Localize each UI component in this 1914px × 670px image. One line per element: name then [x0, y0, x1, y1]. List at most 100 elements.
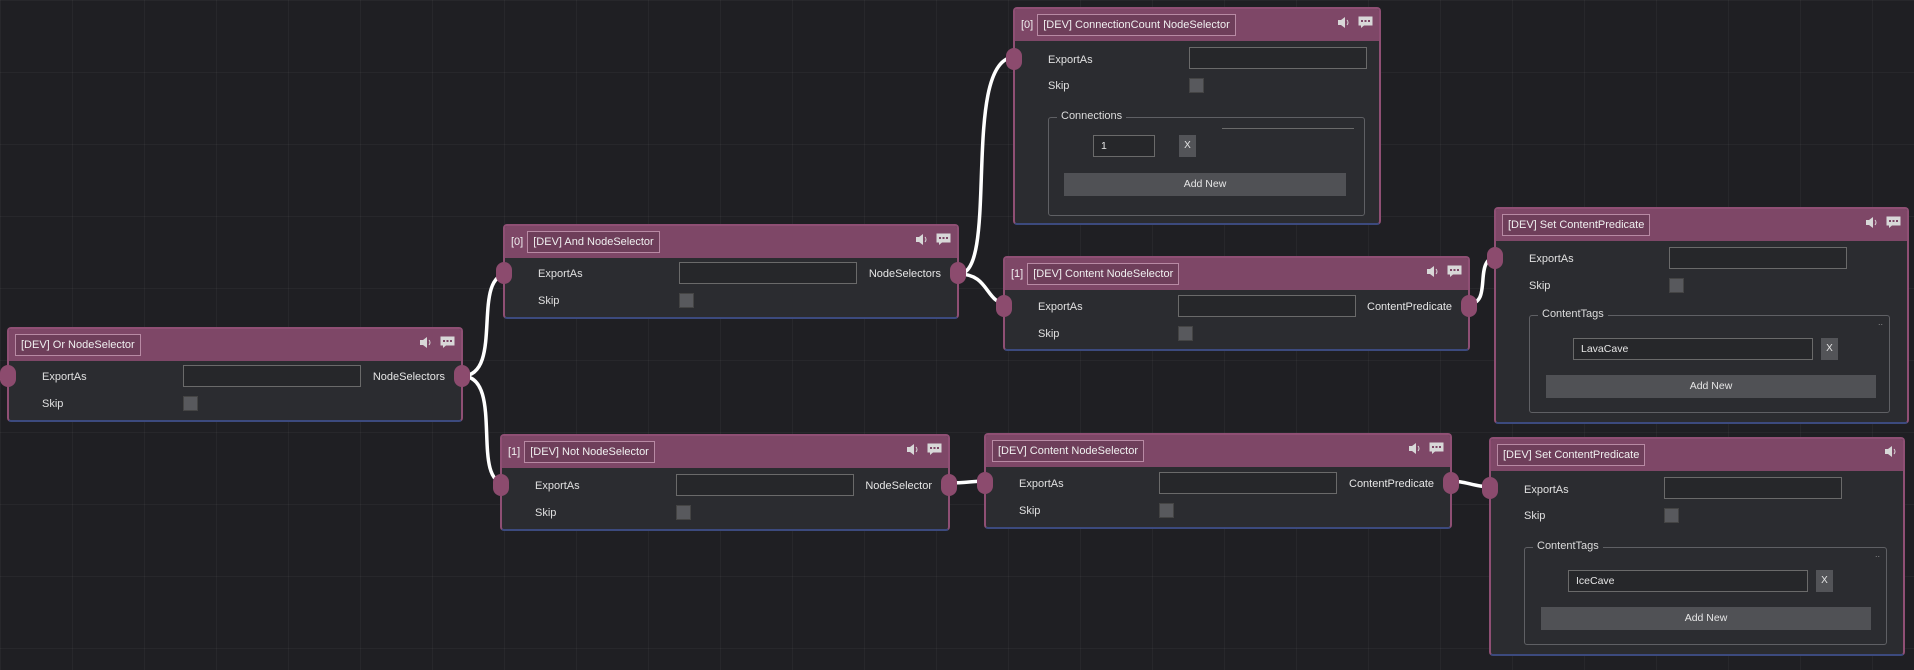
node-title-box: [DEV] Or NodeSelector	[15, 334, 141, 356]
comment-icon[interactable]	[1447, 265, 1462, 277]
export-as-input[interactable]	[1189, 47, 1367, 69]
node-header[interactable]: [DEV] Set ContentPredicate	[1491, 439, 1903, 471]
comment-icon[interactable]	[1358, 16, 1373, 28]
node-title-box: [DEV] Set ContentPredicate	[1502, 214, 1651, 236]
speaker-icon[interactable]	[1408, 442, 1421, 454]
skip-label: Skip	[535, 507, 557, 519]
and-nodeselector-node[interactable]: [0] [DEV] And NodeSelector ExportAs Skip …	[496, 224, 966, 319]
export-as-label: ExportAs	[1038, 301, 1083, 313]
export-as-input[interactable]	[676, 474, 854, 496]
comment-icon[interactable]	[936, 233, 951, 245]
speaker-icon[interactable]	[1426, 265, 1439, 277]
input-port[interactable]	[1487, 247, 1503, 269]
node-title-box: [DEV] Not NodeSelector	[524, 441, 655, 463]
input-port[interactable]	[1006, 48, 1022, 70]
not-nodeselector-node[interactable]: [1] [DEV] Not NodeSelector ExportAs Skip …	[493, 434, 957, 531]
node-header[interactable]: [0] [DEV] And NodeSelector	[505, 226, 957, 258]
export-as-input[interactable]	[1178, 295, 1356, 317]
node-header[interactable]: [DEV] Set ContentPredicate	[1496, 209, 1907, 241]
add-new-button[interactable]: Add New	[1541, 607, 1871, 630]
speaker-icon[interactable]	[419, 336, 432, 348]
group-dots: ..	[1874, 549, 1880, 559]
output-port-label: ContentPredicate	[1349, 478, 1434, 490]
export-as-input[interactable]	[1664, 477, 1842, 499]
content-nodeselector-node-bottom[interactable]: [DEV] Content NodeSelector ExportAs Skip…	[977, 433, 1459, 529]
skip-checkbox[interactable]	[1159, 503, 1174, 518]
node-title-text: [DEV] Or NodeSelector	[21, 339, 135, 351]
skip-checkbox[interactable]	[1189, 78, 1204, 93]
group-dots: ..	[1877, 317, 1883, 327]
header-icons	[419, 336, 455, 348]
remove-tag-button[interactable]: X	[1816, 570, 1833, 592]
input-port[interactable]	[0, 365, 16, 387]
input-port[interactable]	[493, 474, 509, 496]
node-header[interactable]: [1] [DEV] Content NodeSelector	[1005, 258, 1468, 290]
node-title: [DEV] Set ContentPredicate	[1502, 214, 1651, 236]
wire-or-to-not	[460, 374, 507, 485]
remove-tag-button[interactable]: X	[1821, 338, 1838, 360]
content-tag-input[interactable]: IceCave	[1568, 570, 1808, 592]
connections-item-input[interactable]: 1	[1093, 135, 1155, 157]
comment-icon[interactable]	[927, 443, 942, 455]
input-port[interactable]	[996, 295, 1012, 317]
skip-checkbox[interactable]	[676, 505, 691, 520]
comment-icon[interactable]	[1886, 216, 1901, 228]
add-new-button[interactable]: Add New	[1064, 173, 1346, 196]
skip-label: Skip	[1529, 280, 1551, 292]
header-icons	[1426, 265, 1462, 277]
set-contentpredicate-node-top[interactable]: [DEV] Set ContentPredicate ExportAs Skip…	[1487, 207, 1909, 424]
output-port[interactable]	[1461, 295, 1477, 317]
comment-icon[interactable]	[440, 336, 455, 348]
node-header[interactable]: [1] [DEV] Not NodeSelector	[502, 436, 948, 468]
skip-checkbox[interactable]	[1669, 278, 1684, 293]
content-tag-input[interactable]: LavaCave	[1573, 338, 1813, 360]
export-as-input[interactable]	[1159, 472, 1337, 494]
node-header[interactable]: [DEV] Or NodeSelector	[9, 329, 461, 361]
input-port[interactable]	[496, 262, 512, 284]
input-port[interactable]	[1482, 477, 1498, 499]
skip-label: Skip	[1038, 328, 1060, 340]
node-header[interactable]: [DEV] Content NodeSelector	[986, 435, 1450, 467]
node-title: [DEV] Set ContentPredicate	[1497, 444, 1646, 466]
set-contentpredicate-node-bottom[interactable]: [DEV] Set ContentPredicate ExportAs Skip…	[1482, 437, 1905, 656]
output-port[interactable]	[454, 365, 470, 387]
group-label: ContentTags	[1538, 308, 1608, 320]
speaker-icon[interactable]	[906, 443, 919, 455]
output-port-label: NodeSelector	[865, 480, 932, 492]
comment-icon[interactable]	[1429, 442, 1444, 454]
export-as-label: ExportAs	[1019, 478, 1064, 490]
input-port[interactable]	[977, 472, 993, 494]
export-as-label: ExportAs	[535, 480, 580, 492]
node-index: [0]	[511, 236, 524, 248]
output-port[interactable]	[1443, 472, 1459, 494]
node-title-box: [DEV] ConnectionCount NodeSelector	[1037, 14, 1236, 36]
skip-checkbox[interactable]	[679, 293, 694, 308]
skip-label: Skip	[538, 295, 560, 307]
speaker-icon[interactable]	[1884, 446, 1897, 457]
node-title: [DEV] Or NodeSelector	[15, 334, 141, 356]
speaker-icon[interactable]	[1337, 16, 1350, 28]
contenttags-group: ContentTags .. IceCave X Add New	[1524, 540, 1887, 645]
content-nodeselector-node-top[interactable]: [1] [DEV] Content NodeSelector ExportAs S…	[996, 256, 1477, 351]
skip-checkbox[interactable]	[183, 396, 198, 411]
add-new-button[interactable]: Add New	[1546, 375, 1876, 398]
skip-checkbox[interactable]	[1664, 508, 1679, 523]
speaker-icon[interactable]	[1865, 216, 1878, 228]
or-nodeselector-node[interactable]: [DEV] Or NodeSelector ExportAs Skip Node…	[0, 327, 470, 422]
connectioncount-nodeselector-node[interactable]: [0] [DEV] ConnectionCount NodeSelector Ex…	[1006, 7, 1381, 225]
node-title-box: [DEV] Content NodeSelector	[992, 440, 1145, 462]
skip-label: Skip	[1019, 505, 1041, 517]
connections-group: Connections 1 X Add New	[1048, 110, 1365, 216]
output-port[interactable]	[950, 262, 966, 284]
skip-checkbox[interactable]	[1178, 326, 1193, 341]
node-title-text: [DEV] And NodeSelector	[533, 236, 654, 248]
node-title: [0] [DEV] And NodeSelector	[511, 231, 660, 253]
export-as-input[interactable]	[183, 365, 361, 387]
remove-item-button[interactable]: X	[1179, 135, 1196, 157]
output-port[interactable]	[941, 474, 957, 496]
wire-and-to-connectioncount	[957, 55, 1017, 276]
export-as-input[interactable]	[1669, 247, 1847, 269]
export-as-input[interactable]	[679, 262, 857, 284]
node-header[interactable]: [0] [DEV] ConnectionCount NodeSelector	[1015, 9, 1379, 41]
speaker-icon[interactable]	[915, 233, 928, 245]
